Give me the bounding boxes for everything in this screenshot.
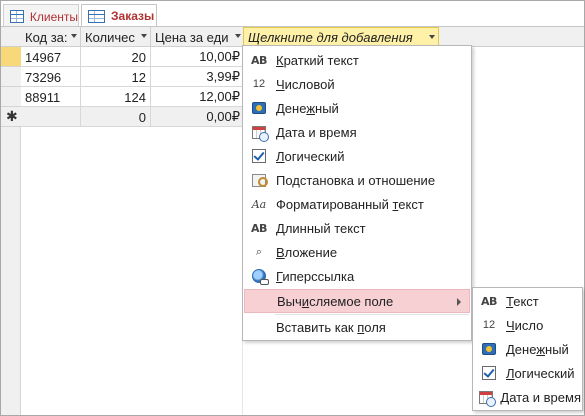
menu-item-label: Форматированный текст <box>276 196 424 212</box>
cell-code[interactable] <box>21 107 81 127</box>
calculated-field-icon <box>249 292 271 310</box>
table-icon <box>88 9 105 23</box>
menu-item-label: Краткий текст <box>276 52 359 68</box>
menu-item-label: Длинный текст <box>276 220 366 236</box>
menu-item-rich-text[interactable]: Aa Форматированный текст <box>244 192 470 216</box>
long-text-icon: AB <box>251 221 267 235</box>
field-type-menu: AB Краткий текст 12 Числовой Денежный Да… <box>242 45 472 341</box>
number-icon: 12 <box>482 319 496 331</box>
cell-unit-price[interactable]: 0,00₽ <box>151 107 245 127</box>
calendar-icon <box>248 123 270 142</box>
hyperlink-globe-icon <box>248 267 270 285</box>
table-icon <box>10 10 24 23</box>
menu-item-label: Вставить как поля <box>276 319 386 335</box>
menu-item-yes-no[interactable]: Логический <box>244 144 470 168</box>
menu-item-label: Гиперссылка <box>276 268 355 284</box>
menu-item-label: Числовой <box>276 76 335 92</box>
checkbox-icon <box>248 147 270 165</box>
menu-item-date-time[interactable]: Дата и время <box>244 120 470 144</box>
submenu-item-date-time[interactable]: Дата и время <box>474 385 581 409</box>
menu-item-label: Вычисляемое поле <box>277 293 394 309</box>
menu-item-hyperlink[interactable]: Гиперссылка <box>244 264 470 288</box>
currency-icon <box>478 340 500 358</box>
column-dropdown-icon[interactable] <box>141 34 147 38</box>
cell-quantity[interactable]: 20 <box>81 47 151 67</box>
tab-orders[interactable]: Заказы <box>81 4 157 28</box>
menu-item-label: Логический <box>506 365 575 381</box>
lookup-icon <box>248 171 270 189</box>
cell-code[interactable]: 73296 <box>21 67 81 87</box>
menu-item-attachment[interactable]: ⌕ Вложение <box>244 240 470 264</box>
record-selector-new[interactable]: ✱ <box>1 107 21 127</box>
column-header-unit-price[interactable]: Цена за еди <box>151 27 245 47</box>
new-record-icon: ✱ <box>6 108 18 124</box>
cell-code[interactable]: 88911 <box>21 87 81 107</box>
checkbox-icon <box>478 364 500 382</box>
menu-item-short-text[interactable]: AB Краткий текст <box>244 48 470 72</box>
menu-item-label: Подстановка и отношение <box>276 172 436 188</box>
menu-item-paste-as-fields[interactable]: Вставить как поля <box>244 315 470 339</box>
calendar-icon <box>478 388 497 407</box>
menu-item-calculated-field[interactable]: Вычисляемое поле <box>244 289 470 313</box>
tab-clients[interactable]: Клиенты <box>3 4 79 28</box>
record-selector[interactable] <box>1 87 21 107</box>
paperclip-icon: ⌕ <box>255 245 263 258</box>
menu-item-label: Вложение <box>276 244 338 260</box>
cell-unit-price[interactable]: 12,00₽ <box>151 87 245 107</box>
column-dropdown-icon[interactable] <box>235 34 241 38</box>
short-text-icon: AB <box>251 53 267 67</box>
cell-unit-price[interactable]: 3,99₽ <box>151 67 245 87</box>
menu-item-lookup-relationship[interactable]: Подстановка и отношение <box>244 168 470 192</box>
record-selector[interactable] <box>1 67 21 87</box>
column-header-label: Количес <box>85 29 135 45</box>
submenu-item-yes-no[interactable]: Логический <box>474 361 581 385</box>
menu-item-label: Денежный <box>276 100 339 116</box>
document-tab-strip: Клиенты Заказы <box>1 1 584 28</box>
column-header-label: Щелкните для добавления <box>248 29 413 45</box>
formatted-text-icon: Aa <box>251 197 267 211</box>
column-header-label: Код за: <box>25 29 68 45</box>
submenu-item-number[interactable]: 12 Число <box>474 313 581 337</box>
new-record-row[interactable]: 0 0,00₽ <box>21 107 245 127</box>
menu-item-label: Логический <box>276 148 345 164</box>
submenu-item-text[interactable]: AB Текст <box>474 289 581 313</box>
table-row[interactable]: 14967 20 10,00₽ <box>21 47 245 67</box>
cell-code[interactable]: 14967 <box>21 47 81 67</box>
table-row[interactable]: 73296 12 3,99₽ <box>21 67 245 87</box>
paste-fields-icon <box>248 318 270 336</box>
currency-icon <box>248 99 270 117</box>
cell-quantity[interactable]: 12 <box>81 67 151 87</box>
number-icon: 12 <box>252 78 266 90</box>
menu-item-label: Дата и время <box>276 124 357 140</box>
menu-item-currency[interactable]: Денежный <box>244 96 470 120</box>
menu-item-long-text[interactable]: AB Длинный текст <box>244 216 470 240</box>
menu-item-number[interactable]: 12 Числовой <box>244 72 470 96</box>
column-dropdown-icon[interactable] <box>71 34 77 38</box>
table-row[interactable]: 88911 124 12,00₽ <box>21 87 245 107</box>
record-selector-current[interactable] <box>1 47 21 67</box>
menu-item-label: Денежный <box>506 341 569 357</box>
submenu-arrow-icon <box>457 298 461 306</box>
column-header-click-to-add[interactable]: Щелкните для добавления <box>243 27 439 47</box>
column-dropdown-icon[interactable] <box>429 35 435 39</box>
menu-item-label: Число <box>506 317 544 333</box>
tab-orders-label: Заказы <box>111 9 155 23</box>
submenu-item-currency[interactable]: Денежный <box>474 337 581 361</box>
column-header-row: Код за: Количес Цена за еди Щелкните для… <box>1 27 584 47</box>
cell-unit-price[interactable]: 10,00₽ <box>151 47 245 67</box>
text-icon: AB <box>481 294 497 308</box>
cell-quantity[interactable]: 124 <box>81 87 151 107</box>
menu-item-label: Дата и время <box>500 389 581 405</box>
menu-item-label: Текст <box>506 293 539 309</box>
cell-quantity[interactable]: 0 <box>81 107 151 127</box>
tab-clients-label: Клиенты <box>29 9 78 24</box>
calculated-field-submenu: AB Текст 12 Число Денежный Логический Да… <box>472 287 583 411</box>
column-header-quantity[interactable]: Количес <box>81 27 151 47</box>
column-header-code[interactable]: Код за: <box>21 27 81 47</box>
column-header-label: Цена за еди <box>155 29 229 45</box>
